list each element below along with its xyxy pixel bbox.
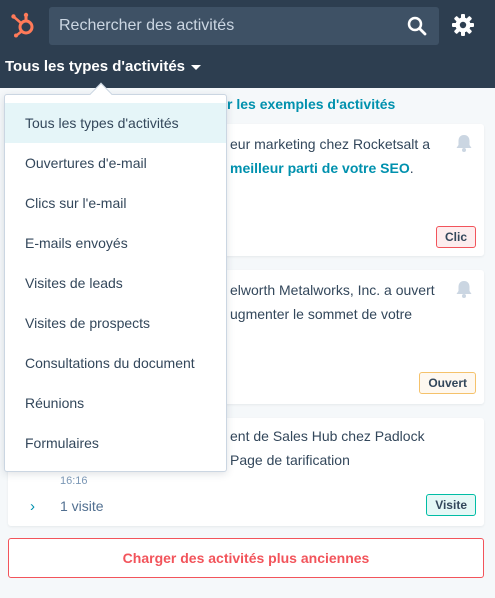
dropdown-item-document-views[interactable]: Consultations du document — [5, 343, 226, 383]
chevron-right-icon[interactable]: › — [30, 498, 35, 515]
gear-icon[interactable] — [451, 13, 475, 37]
activity-text-line2: Page de tarification — [230, 452, 350, 468]
activity-link[interactable]: meilleur parti de votre SEO — [230, 160, 410, 176]
activity-text: elworth Metalworks, Inc. a ouvert — [230, 282, 435, 298]
dropdown-item-meetings[interactable]: Réunions — [5, 383, 226, 423]
activity-text: ent de Sales Hub chez Padlock — [230, 428, 425, 444]
top-navigation: Rechercher des activités Tous les types … — [0, 0, 495, 88]
examples-link[interactable]: r les exemples d'activités — [227, 96, 395, 112]
dropdown-item-email-clicks[interactable]: Clics sur l'e-mail — [5, 183, 226, 223]
dropdown-item-prospect-visits[interactable]: Visites de prospects — [5, 303, 226, 343]
dropdown-item-lead-visits[interactable]: Visites de leads — [5, 263, 226, 303]
search-icon[interactable] — [407, 16, 427, 36]
dropdown-item-forms[interactable]: Formulaires — [5, 423, 226, 463]
visits-count: 1 visite — [60, 498, 104, 514]
activity-type-filter[interactable]: Tous les types d'activités — [5, 58, 202, 75]
status-badge: Visite — [426, 494, 476, 516]
activity-text-line2: ugmenter le sommet de votre — [230, 306, 413, 322]
activity-type-dropdown: Tous les types d'activités Ouvertures d'… — [4, 82, 227, 472]
activity-type-filter-label: Tous les types d'activités — [5, 58, 186, 75]
bell-icon[interactable] — [454, 279, 474, 299]
search-input[interactable]: Rechercher des activités — [49, 7, 439, 45]
dropdown-item-all-types[interactable]: Tous les types d'activités — [5, 103, 226, 143]
activity-text-suffix: . — [409, 160, 414, 176]
activity-text: eur marketing chez Rocketsalt a — [230, 136, 430, 152]
activity-text-line2: meilleur parti de votre SEO. — [230, 160, 414, 176]
hubspot-sprocket-icon[interactable] — [10, 12, 36, 38]
status-badge: Clic — [435, 226, 476, 248]
bell-icon[interactable] — [454, 133, 474, 153]
dropdown-item-emails-sent[interactable]: E-mails envoyés — [5, 223, 226, 263]
search-placeholder: Rechercher des activités — [59, 17, 235, 34]
status-badge: Ouvert — [419, 372, 476, 394]
caret-down-icon — [191, 65, 202, 70]
load-older-activities-button[interactable]: Charger des activités plus anciennes — [8, 538, 484, 578]
dropdown-item-email-opens[interactable]: Ouvertures d'e-mail — [5, 143, 226, 183]
timestamp: 16:16 — [60, 475, 88, 487]
